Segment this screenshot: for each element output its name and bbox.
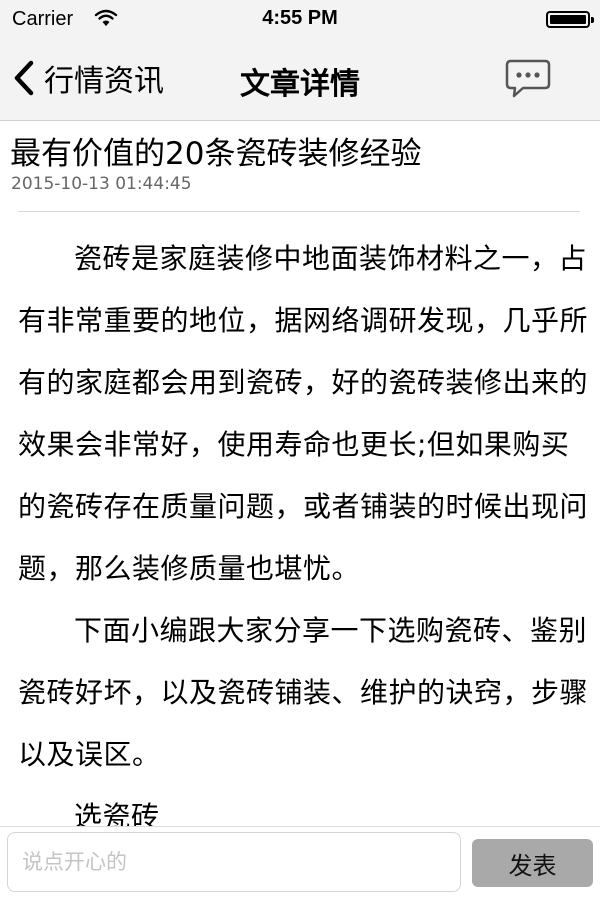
battery-icon (546, 11, 594, 28)
article-paragraph: 瓷砖是家庭装修中地面装饰材料之一，占有非常重要的地位，据网络调研发现，几乎所有的… (18, 242, 588, 585)
comment-input[interactable] (7, 832, 461, 892)
status-bar: Carrier 4:55 PM (0, 0, 600, 38)
comment-button[interactable] (503, 58, 553, 100)
article-title: 最有价值的20条瓷砖装修经验 (10, 136, 422, 172)
article-body: 瓷砖是家庭装修中地面装饰材料之一，占有非常重要的地位，据网络调研发现，几乎所有的… (18, 228, 588, 828)
chat-bubble-icon (505, 59, 551, 98)
article-paragraph: 选瓷砖 (74, 800, 160, 828)
article-paragraph: 下面小编跟大家分享一下选购瓷砖、鉴别瓷砖好坏，以及瓷砖铺装、维护的诀窍，步骤以及… (18, 614, 588, 771)
divider (18, 211, 580, 212)
navigation-bar: 行情资讯 文章详情 (0, 38, 600, 121)
comment-bar: 发表 (0, 826, 600, 901)
status-time: 4:55 PM (262, 7, 338, 29)
article-date: 2015-10-13 01:44:45 (11, 174, 192, 194)
send-button[interactable]: 发表 (472, 839, 593, 887)
